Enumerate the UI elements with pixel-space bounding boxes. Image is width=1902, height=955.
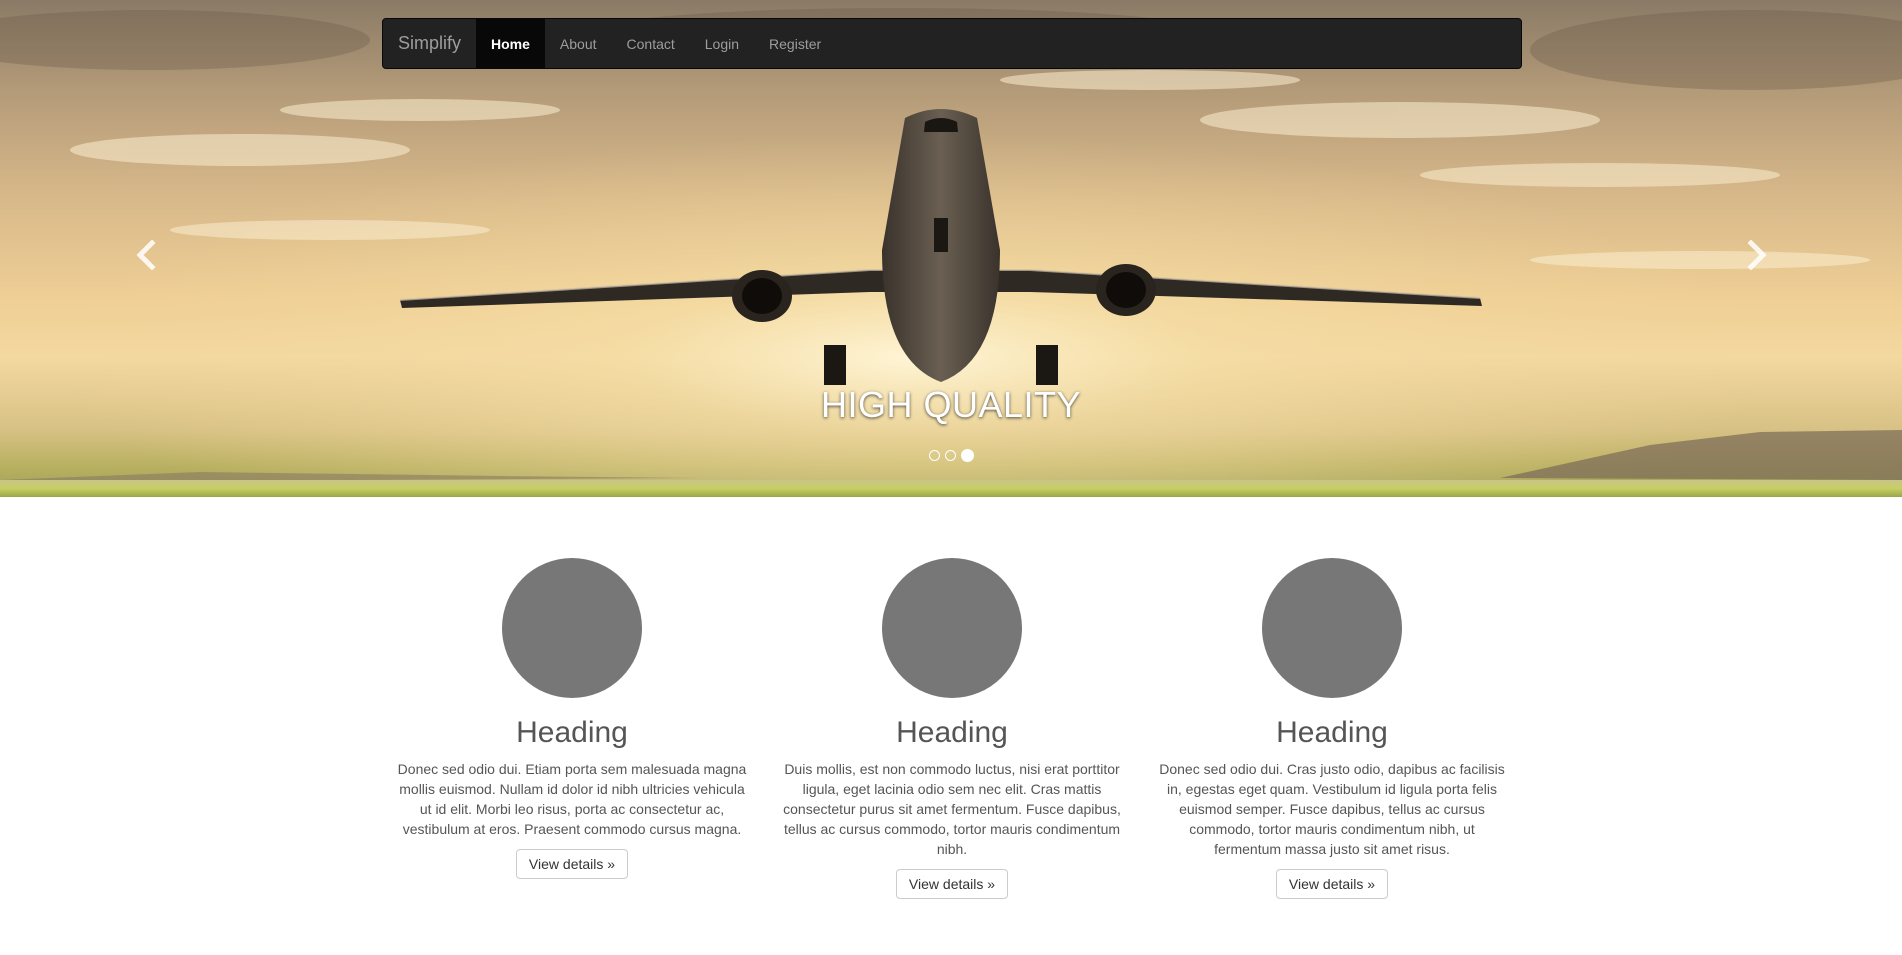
column-text: Donec sed odio dui. Cras justo odio, dap… (1159, 761, 1505, 857)
nav-item-contact[interactable]: Contact (612, 19, 690, 68)
view-details-button[interactable]: View details » (1275, 869, 1389, 899)
feature-column: Heading Donec sed odio dui. Cras justo o… (1142, 497, 1522, 899)
carousel-indicator-3[interactable] (960, 449, 974, 462)
marketing-section: Heading Donec sed odio dui. Etiam porta … (382, 497, 1522, 899)
carousel-indicator-1[interactable] (928, 450, 940, 461)
nav-item-register[interactable]: Register (754, 19, 836, 68)
nav-item-login[interactable]: Login (690, 19, 754, 68)
carousel-indicators (0, 449, 1902, 462)
hero-carousel: Simplify Home About Contact Login Regist… (0, 0, 1902, 497)
nav-item-home[interactable]: Home (476, 19, 545, 68)
placeholder-image (502, 558, 642, 698)
column-heading: Heading (896, 716, 1008, 749)
view-details-button[interactable]: View details » (895, 869, 1009, 899)
chevron-left-icon (136, 240, 156, 270)
feature-column: Heading Donec sed odio dui. Etiam porta … (382, 497, 762, 899)
carousel-next-button[interactable] (1737, 227, 1777, 283)
top-navbar: Simplify Home About Contact Login Regist… (382, 18, 1522, 69)
view-details-button[interactable]: View details » (515, 849, 629, 879)
feature-column: Heading Duis mollis, est non commodo luc… (762, 497, 1142, 899)
placeholder-image (1262, 558, 1402, 698)
chevron-right-icon (1747, 240, 1767, 270)
column-heading: Heading (516, 716, 628, 749)
column-text: Donec sed odio dui. Etiam porta sem male… (397, 761, 747, 837)
carousel-indicator-2[interactable] (944, 450, 956, 461)
carousel-prev-button[interactable] (126, 227, 166, 283)
placeholder-image (882, 558, 1022, 698)
brand-link[interactable]: Simplify (383, 19, 476, 68)
carousel-caption: HIGH QUALITY (820, 384, 1082, 425)
column-text: Duis mollis, est non commodo luctus, nis… (783, 761, 1121, 857)
nav-item-about[interactable]: About (545, 19, 612, 68)
column-heading: Heading (1276, 716, 1388, 749)
